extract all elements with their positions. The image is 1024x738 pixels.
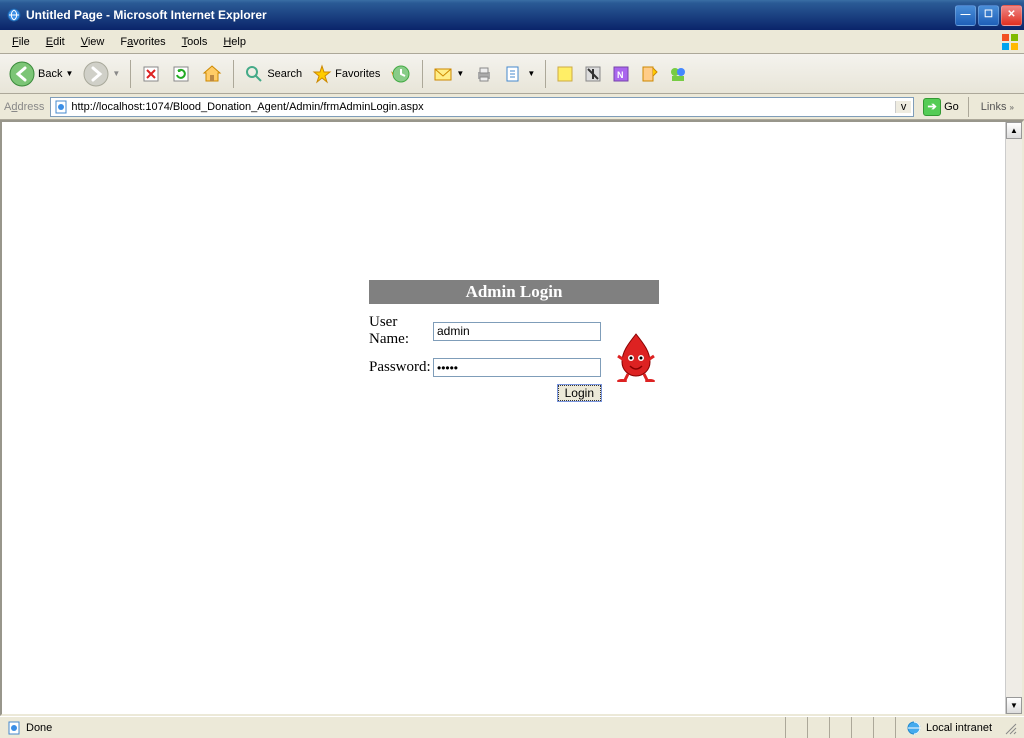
address-input[interactable]: http://localhost:1074/Blood_Donation_Age… [50,97,914,117]
address-url: http://localhost:1074/Blood_Donation_Age… [69,101,895,113]
status-cell [829,717,851,738]
go-arrow-icon: ➔ [923,98,941,116]
search-label: Search [267,68,302,80]
forward-button[interactable]: ▼ [80,58,123,90]
go-button[interactable]: ➔ Go [920,97,962,117]
content-area: Admin Login User Name: Password: Login ▲… [0,120,1024,716]
edit-button[interactable]: ▼ [501,61,538,87]
note-button[interactable] [553,62,577,86]
intranet-icon [906,720,922,736]
chevron-down-icon: ▼ [456,69,464,78]
address-bar: Address http://localhost:1074/Blood_Dona… [0,94,1024,120]
favorites-button[interactable]: Favorites [309,61,383,87]
page-icon [53,99,69,115]
mail-button[interactable]: ▼ [430,61,467,87]
minimize-button[interactable]: — [955,5,976,26]
resize-grip[interactable] [1002,720,1018,736]
separator [233,60,234,88]
chevron-down-icon: ▼ [112,69,120,78]
search-button[interactable]: Search [241,61,305,87]
refresh-button[interactable] [168,61,194,87]
print-button[interactable] [471,61,497,87]
security-zone[interactable]: Local intranet [895,717,1002,738]
chevron-down-icon: ▼ [65,69,73,78]
go-label: Go [944,101,959,113]
svg-text:N: N [617,70,624,80]
scroll-up-button[interactable]: ▲ [1006,122,1022,139]
separator [422,60,423,88]
antivirus-button[interactable] [581,62,605,86]
menu-tools[interactable]: Tools [174,34,216,50]
password-input[interactable] [433,358,601,377]
status-cell [807,717,829,738]
back-button[interactable]: Back ▼ [6,58,76,90]
address-dropdown[interactable]: v [895,101,911,113]
status-cell [785,717,807,738]
maximize-button[interactable]: ☐ [978,5,999,26]
address-label: Address [4,101,44,113]
status-text: Done [26,722,52,734]
menu-help[interactable]: Help [215,34,254,50]
menu-favorites[interactable]: Favorites [112,34,173,50]
vertical-scrollbar[interactable]: ▲ ▼ [1005,122,1022,714]
login-button[interactable]: Login [558,385,601,401]
done-icon [6,720,22,736]
menu-file[interactable]: File [4,34,38,50]
menu-view[interactable]: View [73,34,113,50]
history-button[interactable] [387,60,415,88]
window-titlebar: Untitled Page - Microsoft Internet Explo… [0,0,1024,30]
messenger-button[interactable] [665,61,691,87]
menu-edit[interactable]: Edit [38,34,73,50]
home-button[interactable] [198,60,226,88]
username-label: User Name: [369,314,433,348]
password-label: Password: [369,359,433,376]
separator [130,60,131,88]
scroll-down-button[interactable]: ▼ [1006,697,1022,714]
menubar: File Edit View Favorites Tools Help [0,30,1024,54]
username-input[interactable] [433,322,601,341]
close-button[interactable]: ✕ [1001,5,1022,26]
login-header: Admin Login [369,280,659,304]
blood-drop-mascot-icon [616,332,656,382]
toolbar: Back ▼ ▼ Search Favorites ▼ ▼ [0,54,1024,94]
back-label: Back [38,68,62,80]
ie-icon [6,7,22,23]
zone-label: Local intranet [926,722,992,734]
status-cell [873,717,895,738]
window-title: Untitled Page - Microsoft Internet Explo… [26,8,953,22]
chevron-down-icon: ▼ [527,69,535,78]
separator [545,60,546,88]
stop-button[interactable] [138,61,164,87]
research-button[interactable] [637,62,661,86]
status-cell [851,717,873,738]
scroll-track[interactable] [1006,139,1022,697]
links-button[interactable]: Links » [975,99,1020,115]
status-bar: Done Local intranet [0,716,1024,738]
favorites-label: Favorites [335,68,380,80]
onenote-button[interactable]: N [609,62,633,86]
windows-logo-icon [1000,32,1020,52]
